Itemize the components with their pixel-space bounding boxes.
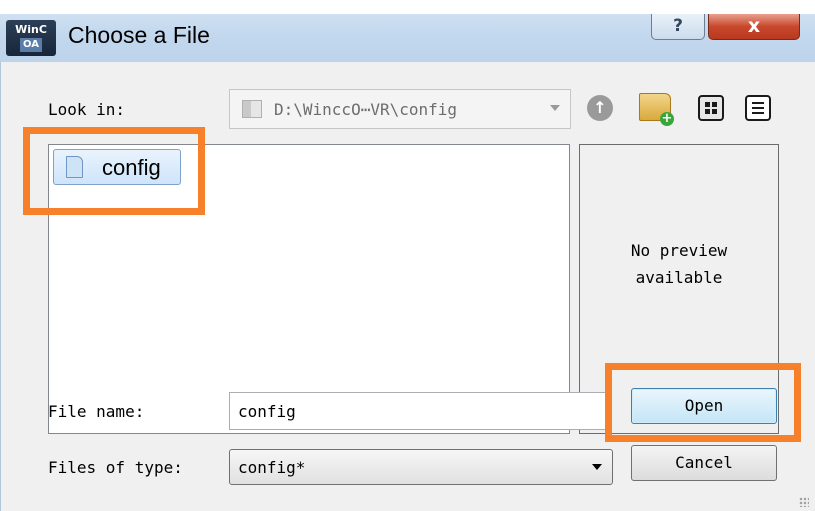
preview-text: No preview available	[630, 241, 728, 287]
list-view-icon[interactable]	[698, 95, 724, 121]
close-button[interactable]: x	[708, 14, 800, 40]
app-icon: WinC OA	[6, 20, 56, 56]
look-in-label: Look in:	[48, 100, 126, 119]
files-of-type-value: config*	[238, 458, 306, 477]
title-bar: WinC OA Choose a File ? x	[0, 0, 815, 63]
files-of-type-label: Files of type:	[48, 458, 183, 477]
up-arrow-icon[interactable]: ↑	[587, 95, 613, 121]
app-icon-bottom-text: OA	[20, 38, 42, 52]
highlight-config-item	[23, 127, 205, 215]
detail-view-icon[interactable]	[745, 95, 771, 121]
resize-grip-icon[interactable]	[799, 497, 809, 507]
file-name-input[interactable]: config	[229, 392, 609, 430]
window-title: Choose a File	[68, 22, 210, 48]
files-of-type-combo[interactable]: config*	[229, 449, 613, 485]
help-button[interactable]: ?	[651, 14, 705, 40]
chevron-down-icon	[592, 464, 602, 470]
file-name-label: File name:	[48, 402, 145, 421]
cancel-button[interactable]: Cancel	[631, 445, 777, 481]
highlight-open-button	[605, 363, 801, 442]
app-icon-top-text: WinC	[15, 23, 47, 36]
chevron-down-icon	[550, 105, 560, 111]
drive-folder-icon	[242, 100, 262, 118]
look-in-path: D:\WinccO⋯VR\config	[274, 100, 458, 119]
look-in-combo[interactable]: D:\WinccO⋯VR\config	[229, 89, 571, 129]
new-folder-icon[interactable]	[639, 93, 674, 126]
